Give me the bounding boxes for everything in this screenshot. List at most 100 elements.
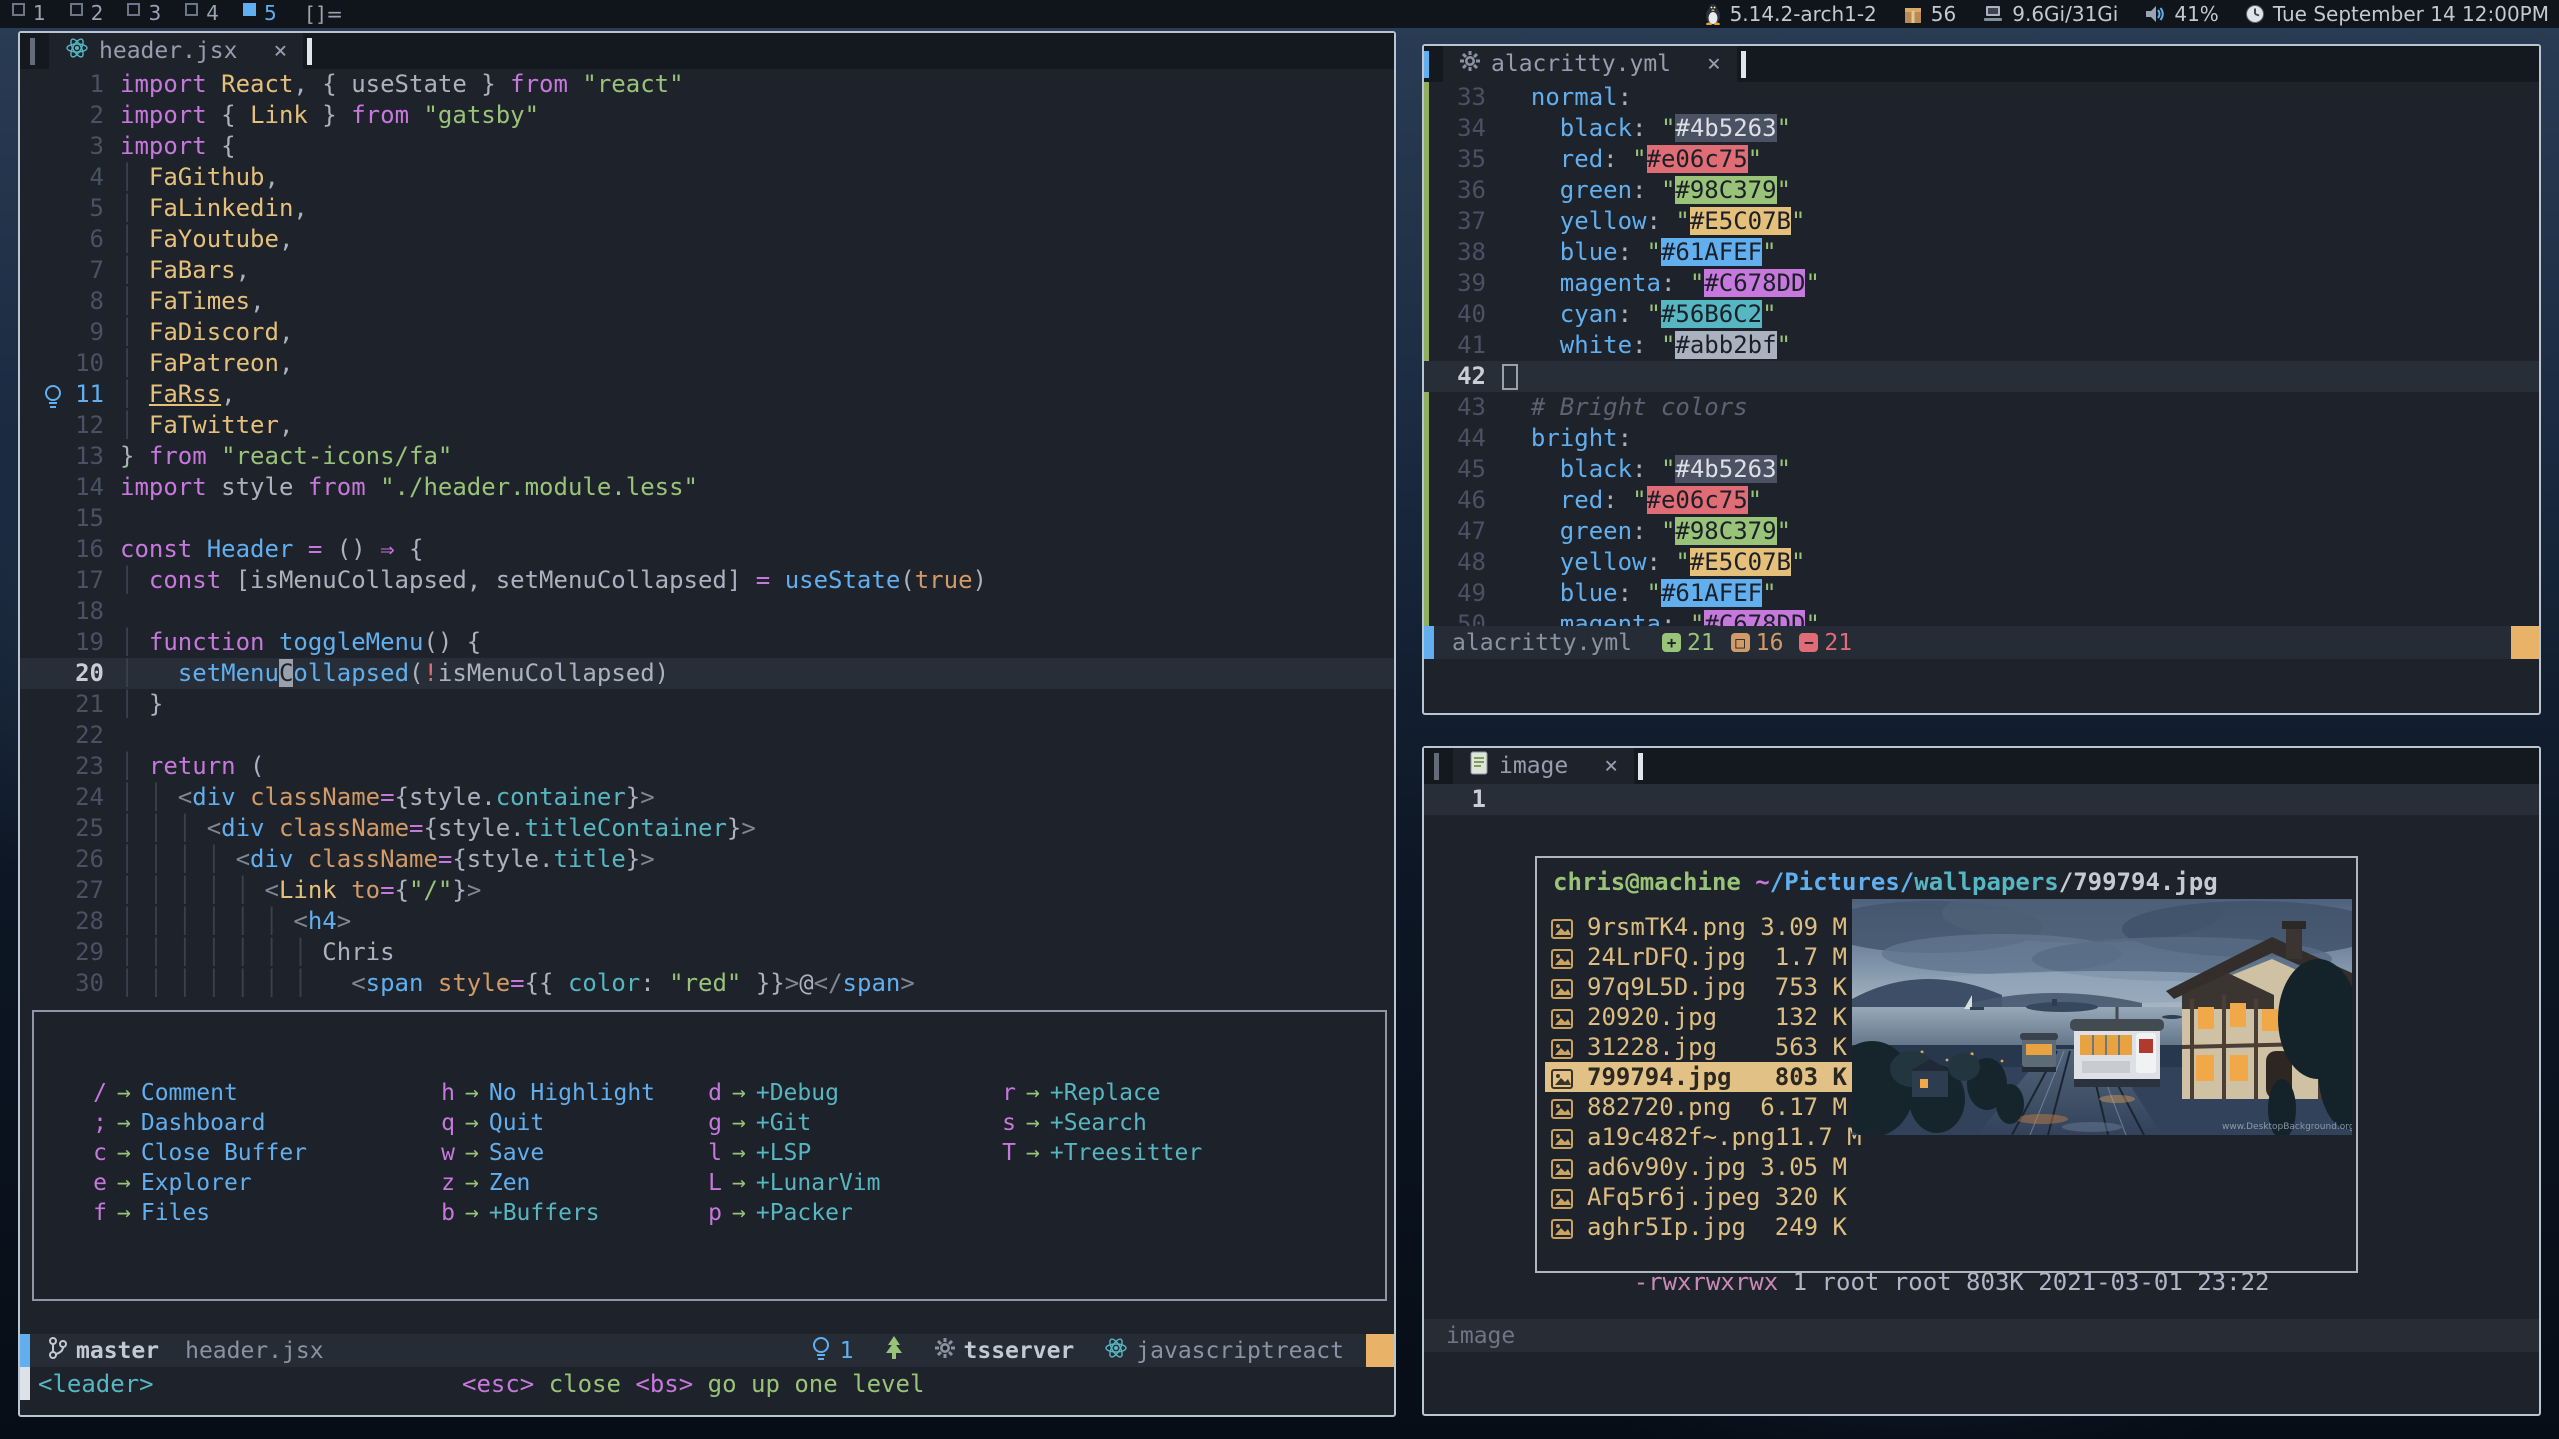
which-key-item--treesitter[interactable]: T→+Treesitter — [988, 1138, 1202, 1168]
file-row-AFq5r6j.jpeg[interactable]: AFq5r6j.jpeg 320 K — [1545, 1182, 1853, 1212]
code-line[interactable]: 19│ function toggleMenu() { — [20, 627, 1394, 658]
workspace-1[interactable]: 1 — [0, 0, 58, 28]
code-line[interactable]: 16const Header = () ⇒ { — [20, 534, 1394, 565]
code-area[interactable]: 33 normal:34 black: "#4b5263"35 red: "#e… — [1424, 82, 2539, 640]
code-line[interactable]: 18 — [20, 596, 1394, 627]
code-line[interactable]: 22 — [20, 720, 1394, 751]
code-line[interactable]: 35 red: "#e06c75" — [1424, 144, 2539, 175]
file-row-31228.jpg[interactable]: 31228.jpg 563 K — [1545, 1032, 1853, 1062]
tab-close-icon[interactable]: × — [1604, 753, 1618, 779]
code-line[interactable]: 21│ } — [20, 689, 1394, 720]
which-key-item-comment[interactable]: /→Comment — [79, 1078, 307, 1108]
code-line[interactable]: 24│ │ <div className={style.container}> — [20, 782, 1394, 813]
which-key-item-no-highlight[interactable]: h→No Highlight — [427, 1078, 655, 1108]
code-line[interactable]: 11│ FaRss, — [20, 379, 1394, 410]
code-line[interactable]: 33 normal: — [1424, 82, 2539, 113]
code-line[interactable]: 17│ const [isMenuCollapsed, setMenuColla… — [20, 565, 1394, 596]
code-line[interactable]: 15 — [20, 503, 1394, 534]
code-line[interactable]: 47 green: "#98C379" — [1424, 516, 2539, 547]
code-line[interactable]: 4│ FaGithub, — [20, 162, 1394, 193]
code-line[interactable]: 42 — [1424, 361, 2539, 392]
which-key-item-dashboard[interactable]: ;→Dashboard — [79, 1108, 307, 1138]
code-line[interactable]: 13} from "react-icons/fa" — [20, 441, 1394, 472]
code-line[interactable]: 46 red: "#e06c75" — [1424, 485, 2539, 516]
which-key-item-close-buffer[interactable]: c→Close Buffer — [79, 1138, 307, 1168]
which-key-item-save[interactable]: w→Save — [427, 1138, 655, 1168]
tab-close-icon[interactable]: × — [273, 38, 287, 64]
editor-window-alacritty-yml[interactable]: alacritty.yml × 33 normal:34 black: "#4b… — [1422, 44, 2541, 715]
file-row-24LrDFQ.jpg[interactable]: 24LrDFQ.jpg 1.7 M — [1545, 942, 1853, 972]
code-line[interactable]: 26│ │ │ │ <div className={style.title}> — [20, 844, 1394, 875]
code-line[interactable]: 5│ FaLinkedin, — [20, 193, 1394, 224]
file-row-799794.jpg[interactable]: 799794.jpg 803 K — [1545, 1062, 1853, 1092]
file-row-ad6v90y.jpg[interactable]: ad6v90y.jpg3.05 M — [1545, 1152, 1853, 1182]
code-line[interactable]: 45 black: "#4b5263" — [1424, 454, 2539, 485]
code-line[interactable]: 38 blue: "#61AFEF" — [1424, 237, 2539, 268]
key: c — [79, 1138, 107, 1168]
code-line[interactable]: 25│ │ │ <div className={style.titleConta… — [20, 813, 1394, 844]
code-line[interactable]: 44 bright: — [1424, 423, 2539, 454]
code-line[interactable]: 3import { — [20, 131, 1394, 162]
tab-close-icon[interactable]: × — [1707, 51, 1721, 77]
code-line[interactable]: 1 — [1424, 784, 2539, 815]
code-line[interactable]: 8│ FaTimes, — [20, 286, 1394, 317]
code-line[interactable]: 28│ │ │ │ │ │ <h4> — [20, 906, 1394, 937]
which-key-item-files[interactable]: f→Files — [79, 1198, 307, 1228]
code-line[interactable]: 27│ │ │ │ │ <Link to={"/"}> — [20, 875, 1394, 906]
file-row-aghr5Ip.jpg[interactable]: aghr5Ip.jpg 249 K — [1545, 1212, 1853, 1242]
code-line[interactable]: 6│ FaYoutube, — [20, 224, 1394, 255]
code-line[interactable]: 29│ │ │ │ │ │ │ Chris — [20, 937, 1394, 968]
code-line[interactable]: 20│ setMenuCollapsed(!isMenuCollapsed) — [20, 658, 1394, 689]
code-line[interactable]: 40 cyan: "#56B6C2" — [1424, 299, 2539, 330]
which-key-item-quit[interactable]: q→Quit — [427, 1108, 655, 1138]
code-line[interactable]: 36 green: "#98C379" — [1424, 175, 2539, 206]
code-line[interactable]: 37 yellow: "#E5C07B" — [1424, 206, 2539, 237]
which-key-item-explorer[interactable]: e→Explorer — [79, 1168, 307, 1198]
tab-header-jsx[interactable]: header.jsx × — [49, 33, 303, 69]
code-line[interactable]: 2import { Link } from "gatsby" — [20, 100, 1394, 131]
which-key-item--lsp[interactable]: l→+LSP — [694, 1138, 880, 1168]
file-row-882720.png[interactable]: 882720.png6.17 M — [1545, 1092, 1853, 1122]
which-key-item--packer[interactable]: p→+Packer — [694, 1198, 880, 1228]
command-line[interactable]: <leader> <esc> close <bs> go up one leve… — [20, 1367, 1394, 1400]
code-line[interactable]: 41 white: "#abb2bf" — [1424, 330, 2539, 361]
code-line[interactable]: 12│ FaTwitter, — [20, 410, 1394, 441]
editor-window-header-jsx[interactable]: header.jsx × 1import React, { useState }… — [18, 31, 1396, 1417]
token: " — [1690, 269, 1704, 297]
image-buffer-window[interactable]: image × 1 chris@machine ~/Pictures/wallp… — [1422, 746, 2541, 1416]
code-line[interactable]: 10│ FaPatreon, — [20, 348, 1394, 379]
code-line[interactable]: 39 magenta: "#C678DD" — [1424, 268, 2539, 299]
code-line[interactable]: 30│ │ │ │ │ │ │ <span style={{ color: "r… — [20, 968, 1394, 999]
which-key-item--search[interactable]: s→+Search — [988, 1108, 1202, 1138]
token: " — [1762, 238, 1776, 266]
code-line[interactable]: 49 blue: "#61AFEF" — [1424, 578, 2539, 609]
code-line[interactable]: 23│ return ( — [20, 751, 1394, 782]
layout-indicator[interactable]: []= — [307, 2, 345, 26]
file-row-97q9L5D.jpg[interactable]: 97q9L5D.jpg 753 K — [1545, 972, 1853, 1002]
code-area[interactable]: 1import React, { useState } from "react"… — [20, 69, 1394, 999]
code-line[interactable]: 9│ FaDiscord, — [20, 317, 1394, 348]
file-row-a19c482f~.png[interactable]: a19c482f~.png11.7 M — [1545, 1122, 1853, 1152]
tab-image[interactable]: image × — [1453, 748, 1634, 784]
which-key-item--git[interactable]: g→+Git — [694, 1108, 880, 1138]
code-line[interactable]: 1import React, { useState } from "react" — [20, 69, 1394, 100]
file-row-9rsmTK4.png[interactable]: 9rsmTK4.png3.09 M — [1545, 912, 1853, 942]
code-line[interactable]: 14import style from "./header.module.les… — [20, 472, 1394, 503]
token — [236, 783, 250, 811]
which-key-item--lunarvim[interactable]: L→+LunarVim — [694, 1168, 880, 1198]
code-line[interactable]: 48 yellow: "#E5C07B" — [1424, 547, 2539, 578]
code-line[interactable]: 7│ FaBars, — [20, 255, 1394, 286]
workspace-2[interactable]: 2 — [58, 0, 116, 28]
workspace-5[interactable]: 5 — [231, 0, 289, 28]
file-row-20920.jpg[interactable]: 20920.jpg 132 K — [1545, 1002, 1853, 1032]
which-key-item--replace[interactable]: r→+Replace — [988, 1078, 1202, 1108]
workspace-4[interactable]: 4 — [173, 0, 231, 28]
workspace-3[interactable]: 3 — [115, 0, 173, 28]
token: : — [1618, 579, 1647, 607]
which-key-item--debug[interactable]: d→+Debug — [694, 1078, 880, 1108]
code-line[interactable]: 43 # Bright colors — [1424, 392, 2539, 423]
which-key-item--buffers[interactable]: b→+Buffers — [427, 1198, 655, 1228]
which-key-item-zen[interactable]: z→Zen — [427, 1168, 655, 1198]
tab-alacritty-yml[interactable]: alacritty.yml × — [1443, 46, 1737, 82]
code-line[interactable]: 34 black: "#4b5263" — [1424, 113, 2539, 144]
